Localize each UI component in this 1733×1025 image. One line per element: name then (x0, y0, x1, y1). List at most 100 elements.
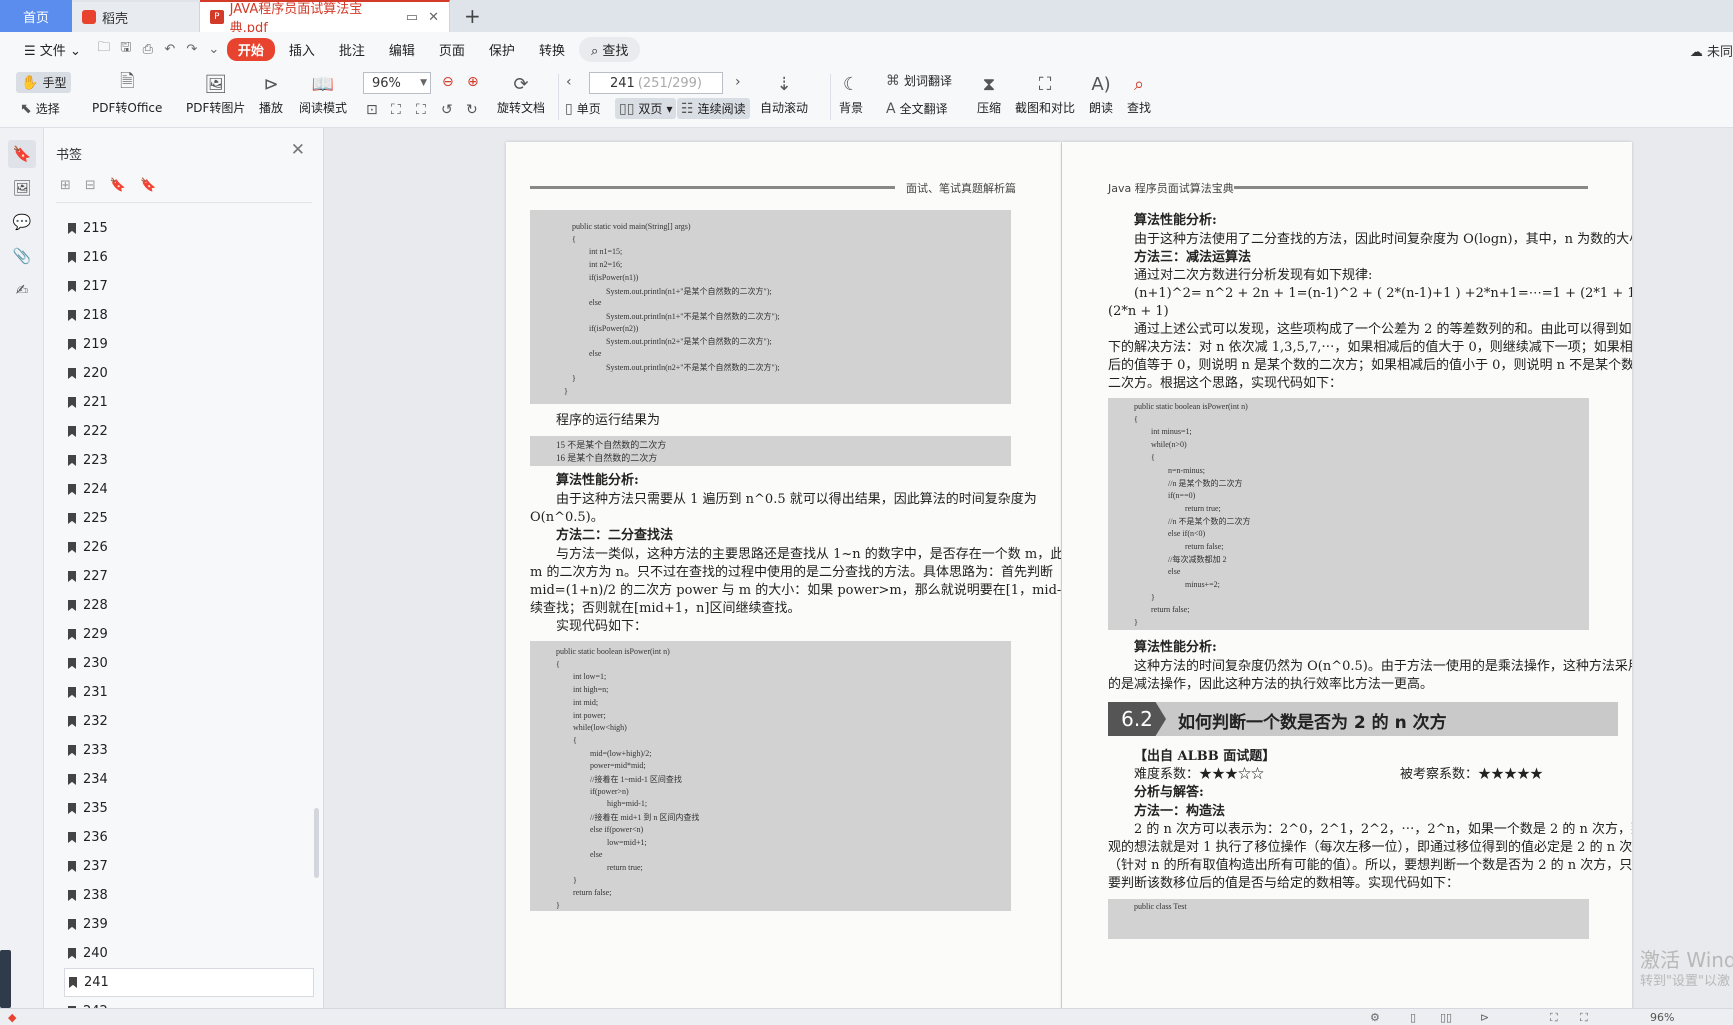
settings-icon[interactable]: ⚙ (1370, 1011, 1380, 1024)
menu-page[interactable]: 页面 (429, 37, 475, 62)
single-page-view-icon[interactable]: ▯ (1410, 1011, 1416, 1024)
find-button[interactable]: ⌕ 查找 (1126, 72, 1152, 116)
expand-all-icon[interactable]: ⊞ (60, 178, 71, 193)
bookmark-item[interactable]: 231 (64, 678, 314, 707)
play-icon[interactable]: ⊳ (1480, 1011, 1489, 1024)
document-viewer[interactable]: 面试、笔试真题解析篇 public static void main(Strin… (324, 128, 1733, 1008)
tab-pdf-document[interactable]: P JAVA程序员面试算法宝典.pdf ▭ ✕ (200, 0, 450, 36)
zoom-select[interactable]: 96% ▼ (363, 72, 431, 94)
bookmark-item[interactable]: 225 (64, 504, 314, 533)
play-button[interactable]: ⊳ 播放 (258, 72, 284, 116)
single-page-button[interactable]: ▯ 单页 (565, 100, 601, 117)
bookmark-item[interactable]: 216 (64, 243, 314, 272)
menu-protect[interactable]: 保护 (479, 37, 525, 62)
background-button[interactable]: ☾ 背景 (838, 72, 864, 116)
fit-page-button[interactable]: ⛶ (391, 102, 401, 118)
new-tab-button[interactable]: + (450, 0, 495, 32)
bookmark-item[interactable]: 229 (64, 620, 314, 649)
next-page-button[interactable]: › (735, 74, 741, 90)
bookmark-item[interactable]: 237 (64, 852, 314, 881)
actual-size-button[interactable]: ⊡ (366, 102, 378, 118)
save-icon[interactable]: 🖫 (117, 40, 135, 58)
pdf-to-office-button[interactable]: 🗎 PDF转Office (92, 71, 162, 116)
menu-search[interactable]: ⌕ 查找 (578, 36, 641, 62)
bookmark-item[interactable]: 221 (64, 388, 314, 417)
rotate-left-button[interactable]: ↺ (441, 102, 453, 118)
bookmark-item[interactable]: 218 (64, 301, 314, 330)
hand-tool-button[interactable]: ✋ 手型 (16, 72, 72, 93)
fit-width-button[interactable]: ⛶ (416, 102, 426, 118)
fit-page-icon[interactable]: ⛶ (1550, 1011, 1558, 1025)
rotate-right-button[interactable]: ↻ (466, 102, 478, 118)
menu-annotate[interactable]: 批注 (329, 37, 375, 62)
bookmark-item[interactable]: 217 (64, 272, 314, 301)
comment-panel-icon[interactable]: 💬 (8, 208, 36, 236)
open-folder-icon[interactable]: 🗀 (95, 40, 113, 58)
zoom-out-button[interactable]: ⊖ (442, 74, 454, 90)
delete-bookmark-icon[interactable]: 🔖 (140, 178, 156, 193)
tab-close-icon[interactable]: ✕ (428, 10, 439, 25)
select-tool-button[interactable]: ⬉ 选择 (20, 100, 60, 117)
bookmark-item[interactable]: 239 (64, 910, 314, 939)
full-translate-label: 全文翻译 (899, 102, 948, 116)
code-line: else (1168, 567, 1181, 577)
cloud-sync-status[interactable]: ☁ 未同 (1690, 41, 1733, 60)
close-icon[interactable]: ✕ (291, 140, 305, 160)
read-mode-button[interactable]: 📖 阅读模式 (299, 72, 347, 116)
bookmark-item[interactable]: 215 (64, 214, 314, 243)
read-aloud-button[interactable]: A) 朗读 (1088, 72, 1114, 116)
word-translate-button[interactable]: ⌘ 划词翻译 (886, 72, 952, 89)
tab-daoke[interactable]: 稻壳 (72, 2, 200, 32)
double-page-button[interactable]: ▯▯ 双页 ▾ (615, 98, 677, 119)
add-bookmark-icon[interactable]: 🔖 (110, 178, 126, 193)
bookmark-item[interactable]: 236 (64, 823, 314, 852)
bookmark-item[interactable]: 227 (64, 562, 314, 591)
autoscroll-button[interactable]: ⇣ 自动滚动 (760, 72, 808, 116)
redo-icon[interactable]: ↷ (183, 40, 201, 58)
status-zoom[interactable]: 96% (1650, 1011, 1674, 1024)
attachment-panel-icon[interactable]: 📎 (8, 242, 36, 270)
bookmark-item[interactable]: 219 (64, 330, 314, 359)
bookmark-item[interactable]: 238 (64, 881, 314, 910)
menu-start[interactable]: 开始 (226, 37, 275, 61)
bookmark-item[interactable]: 223 (64, 446, 314, 475)
undo-icon[interactable]: ↶ (161, 40, 179, 58)
bookmark-item[interactable]: 228 (64, 591, 314, 620)
bookmark-item[interactable]: 234 (64, 765, 314, 794)
bookmark-item[interactable]: 230 (64, 649, 314, 678)
rotate-document-button[interactable]: ⟳ 旋转文档 (497, 72, 545, 116)
prev-page-button[interactable]: ‹ (566, 74, 572, 90)
bookmark-scrollbar[interactable] (314, 808, 319, 878)
tab-pin-icon[interactable]: ▭ (406, 10, 418, 25)
bookmark-item[interactable]: 222 (64, 417, 314, 446)
screenshot-compare-button[interactable]: ⛶ 截图和对比 (1015, 72, 1075, 116)
bookmark-item[interactable]: 224 (64, 475, 314, 504)
compress-button[interactable]: ⧗ 压缩 (976, 72, 1002, 116)
fit-width-icon[interactable]: ⛶ (1580, 1011, 1588, 1025)
bookmark-item[interactable]: 220 (64, 359, 314, 388)
full-translate-button[interactable]: A 全文翻译 (886, 100, 948, 117)
continuous-read-button[interactable]: ☷ 连续阅读 (677, 98, 750, 119)
pdf-to-image-button[interactable]: 🖼 PDF转图片 (186, 72, 245, 116)
tab-home[interactable]: 首页 (0, 0, 72, 32)
quick-access-dropdown-icon[interactable]: ⌄ (205, 40, 223, 58)
bookmark-item[interactable]: 241 (64, 968, 314, 997)
bookmark-item[interactable]: 240 (64, 939, 314, 968)
menu-convert[interactable]: 转换 (529, 37, 575, 62)
print-icon[interactable]: ⎙ (139, 40, 157, 58)
bookmark-item[interactable]: 232 (64, 707, 314, 736)
thumbnail-panel-icon[interactable]: 🖼 (8, 174, 36, 202)
menu-insert[interactable]: 插入 (279, 37, 325, 62)
signature-panel-icon[interactable]: ✍ (8, 276, 36, 304)
page-number-input[interactable]: 241 (251/299) (589, 72, 723, 94)
menu-edit[interactable]: 编辑 (379, 37, 425, 62)
side-widget-icon[interactable] (0, 950, 11, 1008)
collapse-all-icon[interactable]: ⊟ (85, 178, 96, 193)
bookmark-item[interactable]: 226 (64, 533, 314, 562)
bookmark-item[interactable]: 233 (64, 736, 314, 765)
bookmark-panel-icon[interactable]: 🔖 (8, 140, 36, 168)
zoom-in-button[interactable]: ⊕ (467, 74, 479, 90)
bookmark-item[interactable]: 235 (64, 794, 314, 823)
double-page-view-icon[interactable]: ▯▯ (1440, 1011, 1452, 1024)
menu-file[interactable]: ☰ 文件 ⌄ (14, 37, 91, 62)
